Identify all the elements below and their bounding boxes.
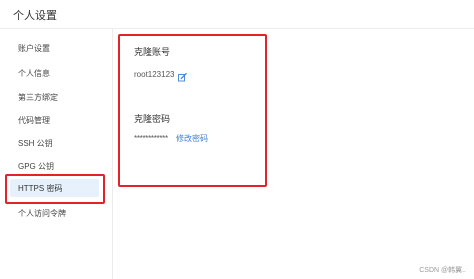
sidebar-item-gpg-keys[interactable]: GPG 公钥 bbox=[18, 161, 54, 172]
sidebar-item-https-password[interactable]: HTTPS 密码 bbox=[10, 179, 99, 197]
sidebar-item-label: HTTPS 密码 bbox=[18, 184, 63, 193]
sidebar-item-personal-info[interactable]: 个人信息 bbox=[18, 68, 50, 79]
clone-account-title: 克隆账号 bbox=[134, 47, 171, 57]
edit-icon[interactable] bbox=[178, 69, 187, 82]
watermark-text: CSDN @韩翼.. bbox=[419, 267, 466, 274]
change-password-link[interactable]: 修改密码 bbox=[176, 133, 208, 144]
page-title: 个人设置 bbox=[13, 10, 57, 22]
sidebar-item-ssh-keys[interactable]: SSH 公钥 bbox=[18, 138, 53, 149]
settings-sidebar: 账户设置 个人信息 第三方绑定 代码管理 SSH 公钥 GPG 公钥 HTTPS… bbox=[0, 29, 113, 279]
sidebar-item-personal-access-tokens[interactable]: 个人访问令牌 bbox=[18, 208, 66, 219]
sidebar-item-account-settings[interactable]: 账户设置 bbox=[18, 43, 50, 54]
sidebar-item-code-management[interactable]: 代码管理 bbox=[18, 115, 50, 126]
clone-password-title: 克隆密码 bbox=[134, 114, 171, 124]
clone-account-value: root123123 bbox=[134, 70, 175, 79]
page-header: 个人设置 bbox=[0, 0, 474, 29]
sidebar-item-third-party-binding[interactable]: 第三方绑定 bbox=[18, 92, 58, 103]
settings-page: 个人设置 账户设置 个人信息 第三方绑定 代码管理 SSH 公钥 GPG 公钥 … bbox=[0, 0, 474, 279]
clone-password-masked: ************ bbox=[134, 134, 168, 143]
